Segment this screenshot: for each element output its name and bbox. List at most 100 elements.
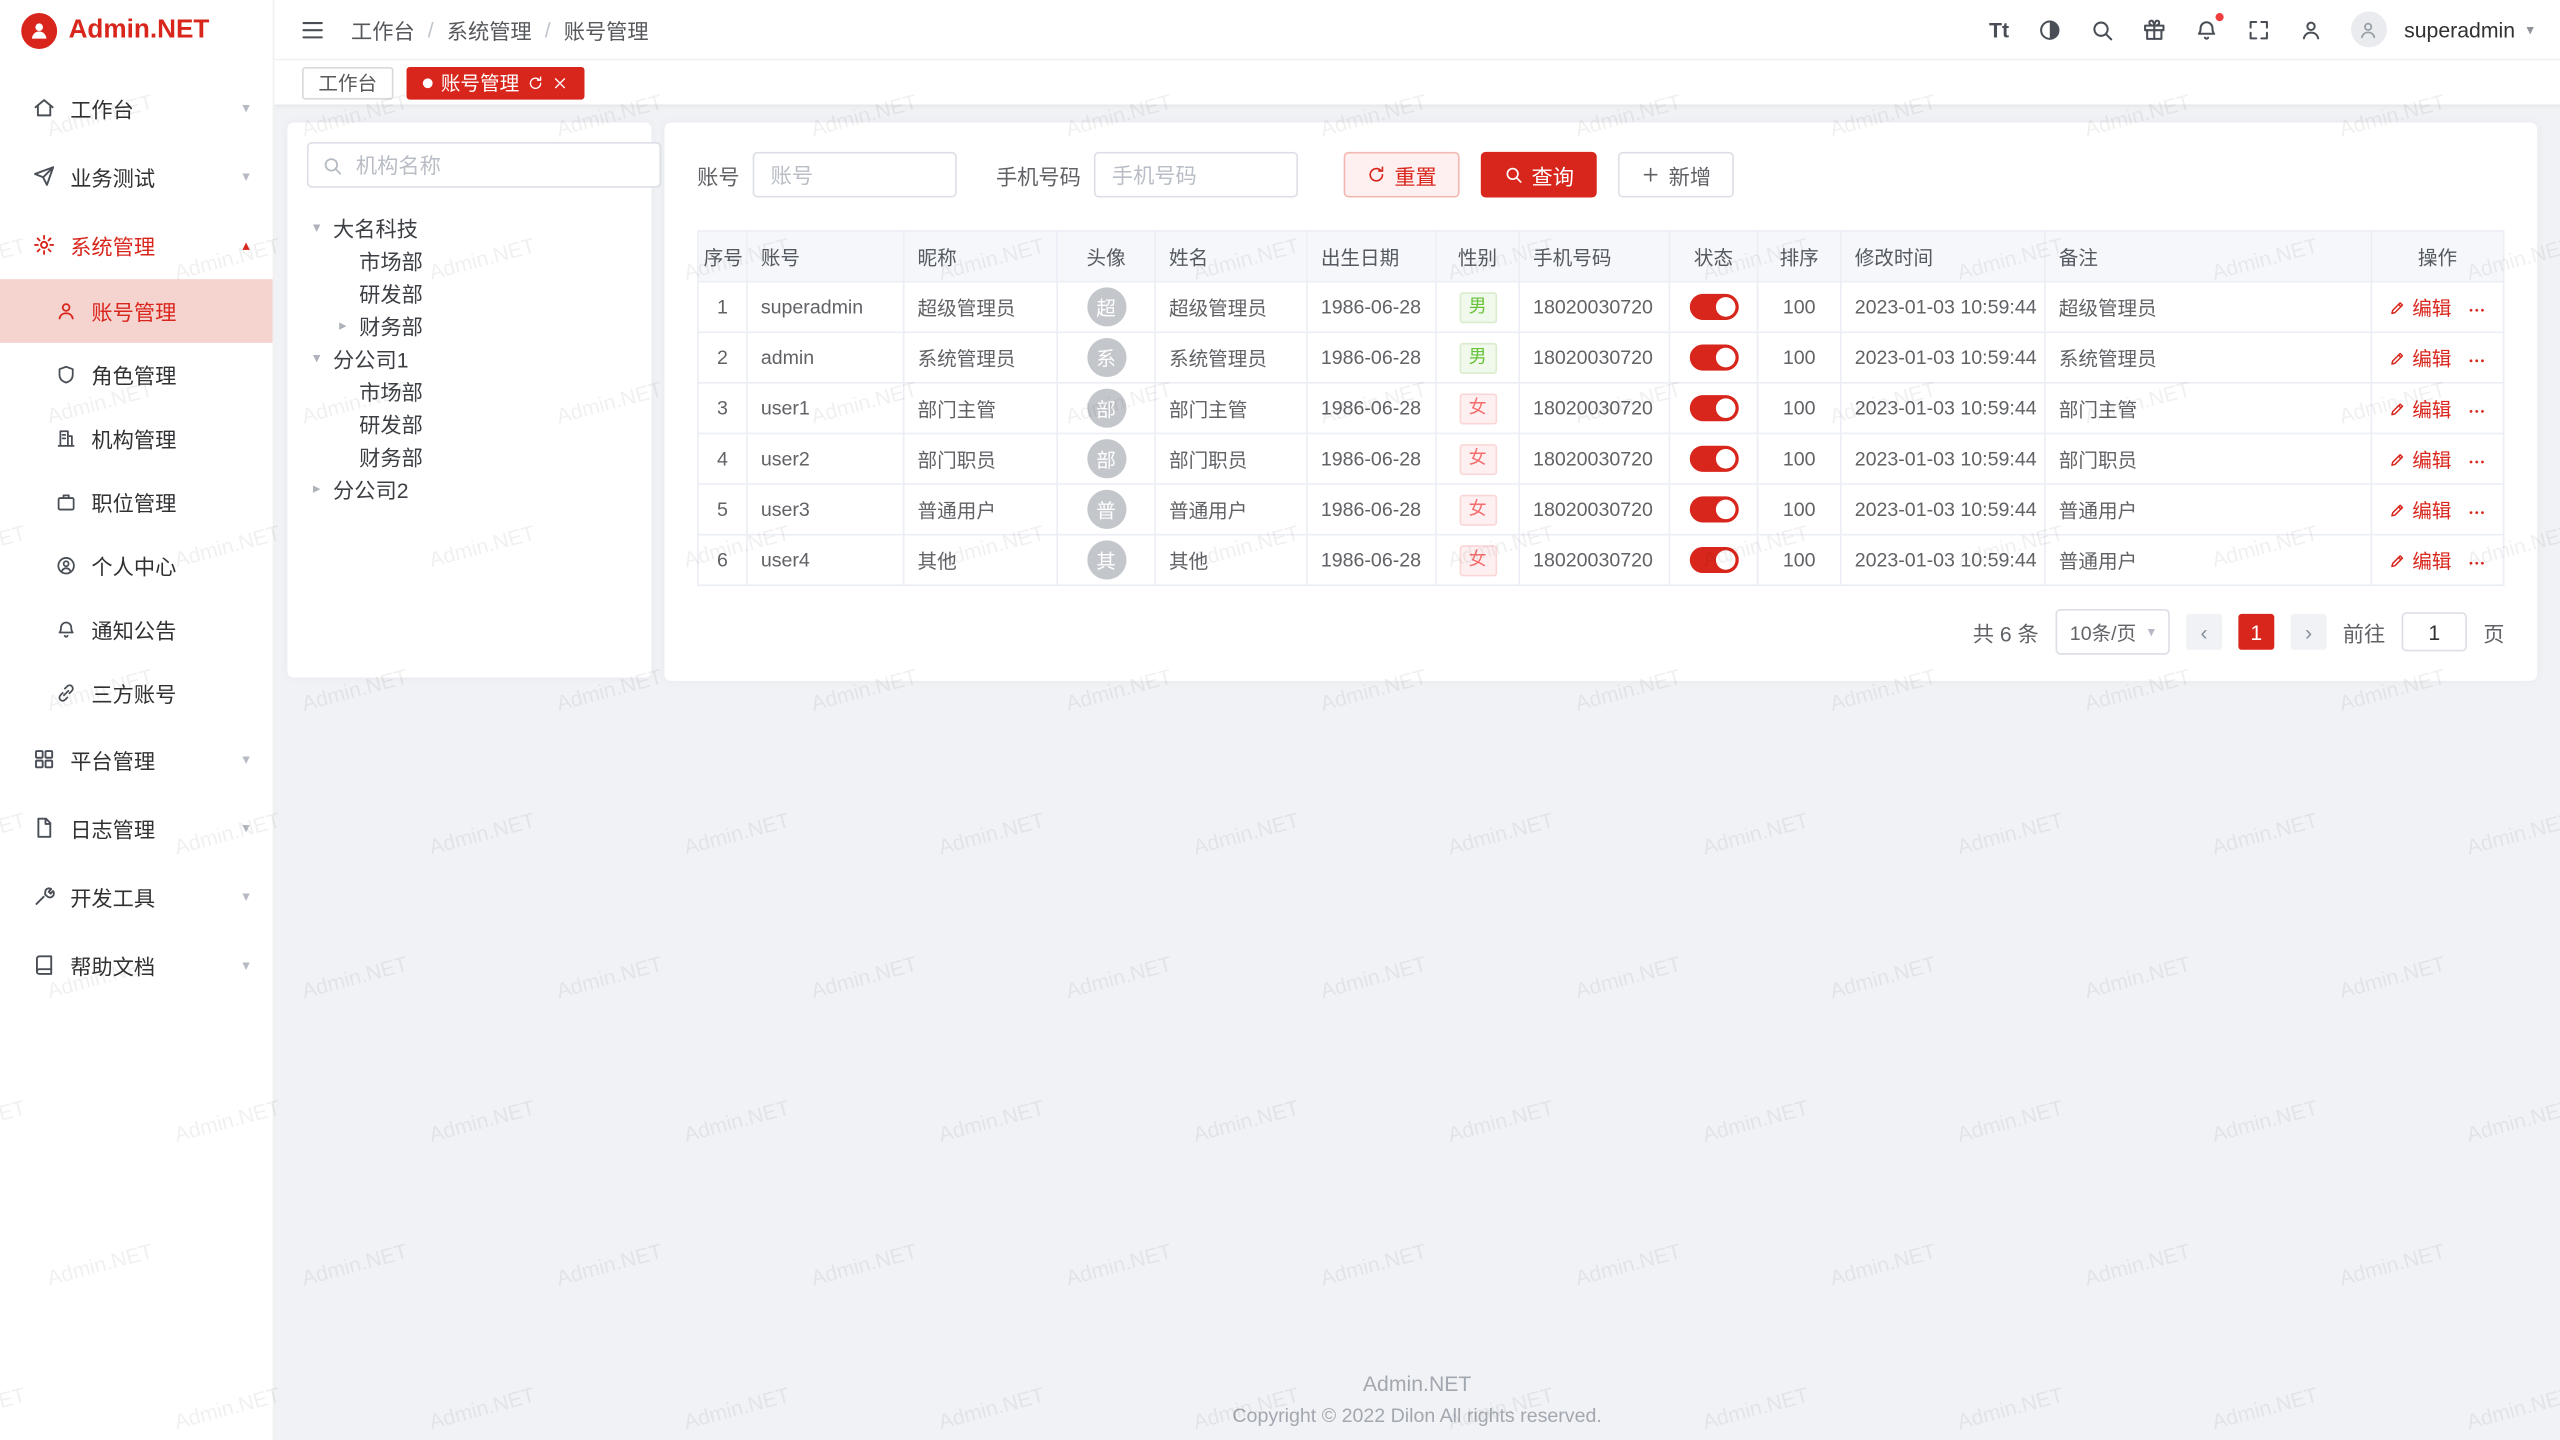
tree-node-市场部[interactable]: 市场部: [307, 243, 632, 276]
breadcrumb-item[interactable]: 工作台: [351, 14, 415, 45]
cell-排序: 100: [1758, 433, 1841, 484]
ellipsis-icon: [2466, 503, 2486, 523]
page-size-select[interactable]: 10条/页 ▾: [2055, 609, 2170, 655]
notification-bell-icon[interactable]: [2194, 17, 2218, 41]
breadcrumb-item[interactable]: 系统管理: [447, 14, 532, 45]
add-button[interactable]: 新增: [1618, 152, 1734, 198]
edit-button[interactable]: 编辑: [2389, 344, 2451, 372]
search-button[interactable]: 查询: [1481, 152, 1597, 198]
sidebar-item-工作台[interactable]: 工作台▾: [0, 73, 273, 142]
status-toggle[interactable]: [1689, 496, 1738, 522]
cell-状态: [1669, 433, 1757, 484]
status-toggle[interactable]: [1689, 344, 1738, 370]
sidebar-item-账号管理[interactable]: 账号管理: [0, 279, 273, 343]
sidebar-item-业务测试[interactable]: 业务测试▾: [0, 142, 273, 211]
sidebar-item-系统管理[interactable]: 系统管理▴: [0, 211, 273, 280]
theme-icon[interactable]: [2037, 17, 2061, 41]
edit-button[interactable]: 编辑: [2389, 546, 2451, 574]
sidebar-item-三方账号[interactable]: 三方账号: [0, 661, 273, 725]
cell-姓名: 部门职员: [1155, 433, 1307, 484]
column-header-昵称: 昵称: [904, 231, 1057, 282]
sidebar-item-日志管理[interactable]: 日志管理▾: [0, 793, 273, 862]
more-actions-button[interactable]: [2466, 352, 2486, 372]
tree-node-研发部[interactable]: 研发部: [307, 407, 632, 440]
tree-node-研发部[interactable]: 研发部: [307, 276, 632, 309]
sidebar-item-帮助文档[interactable]: 帮助文档▾: [0, 931, 273, 1000]
user-avatar[interactable]: [2350, 11, 2386, 47]
next-page-button[interactable]: ›: [2291, 614, 2327, 650]
cell-状态: [1669, 332, 1757, 383]
breadcrumb-item[interactable]: 账号管理: [564, 14, 649, 45]
phone-input[interactable]: [1094, 152, 1298, 198]
file-icon: [33, 816, 56, 839]
edit-button[interactable]: 编辑: [2389, 496, 2451, 524]
sidebar-item-机构管理[interactable]: 机构管理: [0, 407, 273, 471]
cell-头像: 系: [1057, 332, 1155, 383]
tab-refresh-icon[interactable]: [527, 74, 543, 90]
edit-icon: [2389, 500, 2407, 518]
font-size-icon[interactable]: Tt: [1989, 17, 2009, 41]
goto-page-input[interactable]: [2402, 612, 2467, 651]
collapse-menu-icon[interactable]: [300, 17, 324, 41]
tree-node-财务部[interactable]: 财务部: [307, 439, 632, 472]
cell-出生日期: 1986-06-28: [1307, 332, 1436, 383]
cell-手机号码: 18020030720: [1519, 332, 1669, 383]
more-actions-button[interactable]: [2466, 503, 2486, 523]
tab-close-icon[interactable]: [552, 74, 568, 90]
edit-button[interactable]: 编辑: [2389, 293, 2451, 321]
caret-down-icon[interactable]: ▾: [307, 349, 327, 367]
edit-button[interactable]: 编辑: [2389, 394, 2451, 422]
caret-right-icon[interactable]: ▸: [307, 479, 327, 497]
tree-node-分公司2[interactable]: ▸ 分公司2: [307, 472, 632, 505]
org-search-input[interactable]: [353, 151, 647, 179]
tree-node-label: 分公司2: [333, 473, 408, 504]
cell-手机号码: 18020030720: [1519, 484, 1669, 535]
more-actions-button[interactable]: [2466, 554, 2486, 574]
status-toggle[interactable]: [1689, 395, 1738, 421]
account-input[interactable]: [753, 152, 957, 198]
cell-操作: 编辑: [2371, 433, 2503, 484]
prev-page-button[interactable]: ‹: [2186, 614, 2222, 650]
tree-node-市场部[interactable]: 市场部: [307, 374, 632, 407]
username[interactable]: superadmin: [2404, 17, 2515, 41]
column-header-手机号码: 手机号码: [1519, 231, 1669, 282]
edit-button[interactable]: 编辑: [2389, 445, 2451, 473]
cell-姓名: 部门主管: [1155, 383, 1307, 434]
brand[interactable]: Admin.NET: [0, 0, 273, 60]
tree-node-财务部[interactable]: ▸财务部: [307, 309, 632, 342]
more-actions-button[interactable]: [2466, 402, 2486, 422]
sidebar-item-职位管理[interactable]: 职位管理: [0, 470, 273, 534]
table-row: 4user2部门职员部部门职员1986-06-28女18020030720100…: [698, 433, 2504, 484]
cell-账号: user4: [747, 535, 904, 586]
page-1-button[interactable]: 1: [2238, 614, 2274, 650]
brand-name: Admin.NET: [69, 16, 210, 45]
fullscreen-icon[interactable]: [2246, 17, 2270, 41]
cell-备注: 部门主管: [2045, 383, 2372, 434]
sidebar-item-通知公告[interactable]: 通知公告: [0, 598, 273, 662]
search-icon[interactable]: [2089, 17, 2113, 41]
chevron-down-icon[interactable]: ▾: [2526, 20, 2533, 38]
gender-tag: 男: [1459, 291, 1497, 322]
tree-node-大名科技[interactable]: ▾大名科技: [307, 211, 632, 244]
more-actions-button[interactable]: [2466, 453, 2486, 473]
sidebar-item-平台管理[interactable]: 平台管理▾: [0, 725, 273, 794]
caret-right-icon[interactable]: ▸: [333, 316, 353, 334]
sidebar-item-开发工具[interactable]: 开发工具▾: [0, 862, 273, 931]
status-toggle[interactable]: [1689, 446, 1738, 472]
cell-状态: [1669, 383, 1757, 434]
more-actions-button[interactable]: [2466, 301, 2486, 321]
total-count: 共 6 条: [1973, 616, 2039, 647]
reset-button[interactable]: 重置: [1344, 152, 1460, 198]
profile-icon[interactable]: [2298, 17, 2322, 41]
caret-down-icon[interactable]: ▾: [307, 218, 327, 236]
tab-workbench[interactable]: 工作台: [302, 66, 393, 99]
tree-node-分公司1[interactable]: ▾分公司1: [307, 341, 632, 374]
tab-account-management[interactable]: 账号管理: [407, 66, 585, 99]
gift-icon[interactable]: [2141, 17, 2165, 41]
sidebar-item-角色管理[interactable]: 角色管理: [0, 343, 273, 407]
sidebar-item-个人中心[interactable]: 个人中心: [0, 534, 273, 598]
status-toggle[interactable]: [1689, 547, 1738, 573]
status-toggle[interactable]: [1689, 294, 1738, 320]
chevron-down-icon: ▾: [242, 819, 249, 837]
sidebar-item-label: 个人中心: [91, 550, 272, 581]
